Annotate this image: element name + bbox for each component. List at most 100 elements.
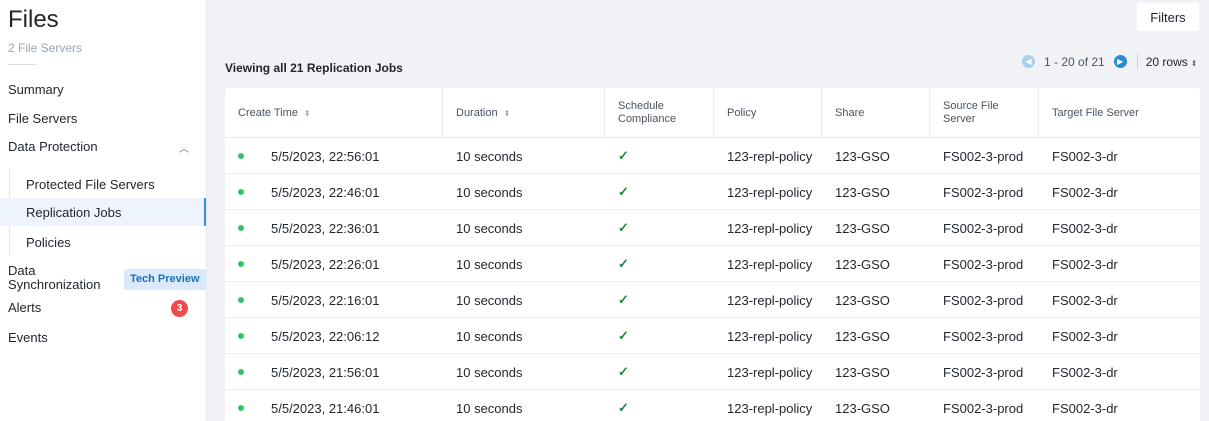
column-header-policy: Policy	[727, 88, 817, 138]
column-divider	[821, 88, 822, 138]
cell-create-time: 5/5/2023, 22:26:01	[271, 256, 380, 272]
cell-policy: 123-repl-policy	[727, 328, 813, 344]
next-page-button[interactable]: ▶	[1113, 55, 1127, 68]
cell-share: 123-GSO	[835, 292, 890, 308]
sidebar-item-events[interactable]: Events	[0, 323, 206, 351]
sidebar-item-policies[interactable]: Policies	[0, 228, 206, 256]
cell-policy: 123-repl-policy	[727, 256, 813, 272]
cell-policy: 123-repl-policy	[727, 364, 813, 380]
cell-share: 123-GSO	[835, 256, 890, 272]
cell-duration: 10 seconds	[456, 292, 523, 308]
cell-duration: 10 seconds	[456, 220, 523, 236]
cell-source-file-server: FS002-3-prod	[943, 256, 1024, 272]
sidebar-item-label: Policies	[26, 234, 71, 250]
cell-source-file-server: FS002-3-prod	[943, 184, 1024, 200]
status-dot-icon	[238, 297, 244, 303]
status-dot-icon	[238, 333, 244, 339]
sidebar-item-protected-file-servers[interactable]: Protected File Servers	[0, 170, 206, 198]
cell-share: 123-GSO	[835, 328, 890, 344]
cell-source-file-server: FS002-3-prod	[943, 148, 1024, 164]
status-dot-icon	[238, 153, 244, 159]
cell-target-file-server: FS002-3-dr	[1052, 364, 1118, 380]
cell-target-file-server: FS002-3-dr	[1052, 400, 1118, 416]
table-row[interactable]: 5/5/2023, 22:36:01 10 seconds ✓ 123-repl-po…	[225, 210, 1200, 246]
checkmark-icon: ✓	[618, 184, 629, 199]
sidebar-item-label: Data Protection	[8, 138, 98, 154]
cell-target-file-server: FS002-3-dr	[1052, 292, 1118, 308]
sidebar-item-summary[interactable]: Summary	[0, 75, 206, 103]
column-header-label: Share	[835, 106, 865, 119]
column-header-duration[interactable]: Duration ⬍	[456, 88, 596, 138]
table-row[interactable]: 5/5/2023, 21:46:01 10 seconds ✓ 123-repl-po…	[225, 390, 1200, 421]
cell-share: 123-GSO	[835, 400, 890, 416]
status-dot-icon	[238, 225, 244, 231]
cell-policy: 123-repl-policy	[727, 400, 813, 416]
column-divider	[713, 88, 714, 138]
status-dot-icon	[238, 369, 244, 375]
table-header: Create Time ⬍ Duration ⬍ Schedule Complian…	[225, 88, 1200, 138]
status-dot-icon	[238, 261, 244, 267]
column-header-label: Schedule Compliance	[618, 100, 677, 125]
replication-jobs-table: Create Time ⬍ Duration ⬍ Schedule Complian…	[225, 88, 1200, 421]
sidebar-item-data-protection[interactable]: Data Protection ︿	[0, 132, 206, 160]
alerts-count-badge: 3	[171, 300, 188, 317]
cell-duration: 10 seconds	[456, 148, 523, 164]
checkmark-icon: ✓	[618, 400, 629, 415]
cell-target-file-server: FS002-3-dr	[1052, 256, 1118, 272]
column-header-target-file-server: Target File Server	[1052, 88, 1192, 138]
filters-button[interactable]: Filters	[1137, 3, 1199, 31]
cell-create-time: 5/5/2023, 22:36:01	[271, 220, 380, 236]
cell-create-time: 5/5/2023, 21:46:01	[271, 400, 380, 416]
cell-target-file-server: FS002-3-dr	[1052, 220, 1118, 236]
column-header-label: Target File Server	[1052, 106, 1139, 119]
column-divider	[442, 88, 443, 138]
column-header-create-time[interactable]: Create Time ⬍	[238, 88, 438, 138]
status-dot-icon	[238, 189, 244, 195]
previous-page-button[interactable]: ◀	[1022, 55, 1035, 68]
cell-share: 123-GSO	[835, 220, 890, 236]
cell-create-time: 5/5/2023, 22:06:12	[271, 328, 380, 344]
cell-source-file-server: FS002-3-prod	[943, 292, 1024, 308]
cell-share: 123-GSO	[835, 148, 890, 164]
tech-preview-badge: Tech Preview	[124, 269, 206, 290]
cell-share: 123-GSO	[835, 184, 890, 200]
divider	[8, 64, 36, 65]
table-row[interactable]: 5/5/2023, 22:26:01 10 seconds ✓ 123-repl-po…	[225, 246, 1200, 282]
column-header-label: Duration	[456, 106, 498, 119]
table-row[interactable]: 5/5/2023, 22:16:01 10 seconds ✓ 123-repl-po…	[225, 282, 1200, 318]
sort-icon: ⬍	[503, 108, 511, 118]
cell-create-time: 5/5/2023, 22:16:01	[271, 292, 380, 308]
page-title: Viewing all 21 Replication Jobs	[225, 61, 403, 75]
cell-source-file-server: FS002-3-prod	[943, 400, 1024, 416]
table-row[interactable]: 5/5/2023, 22:46:01 10 seconds ✓ 123-repl-po…	[225, 174, 1200, 210]
sidebar-item-label: Replication Jobs	[26, 204, 122, 220]
checkmark-icon: ✓	[618, 328, 629, 343]
cell-policy: 123-repl-policy	[727, 220, 813, 236]
table-row[interactable]: 5/5/2023, 22:06:12 10 seconds ✓ 123-repl-po…	[225, 318, 1200, 354]
table-row[interactable]: 5/5/2023, 21:56:01 10 seconds ✓ 123-repl-po…	[225, 354, 1200, 390]
cell-duration: 10 seconds	[456, 364, 523, 380]
rows-per-page-select[interactable]: 20 rows ⬍	[1146, 55, 1198, 69]
rows-per-page-value: 20 rows	[1145, 54, 1188, 69]
checkmark-icon: ✓	[618, 364, 629, 379]
sidebar: Files 2 File Servers Summary File Server…	[0, 0, 207, 421]
cell-target-file-server: FS002-3-dr	[1052, 184, 1118, 200]
column-header-schedule-compliance: Schedule Compliance	[618, 88, 698, 138]
table-row[interactable]: 5/5/2023, 22:56:01 10 seconds ✓ 123-repl-po…	[225, 138, 1200, 174]
app-title: Files	[8, 6, 59, 33]
cell-policy: 123-repl-policy	[727, 148, 813, 164]
sort-caret-icon: ⬍	[1190, 58, 1198, 68]
chevron-up-icon: ︿	[179, 144, 189, 155]
column-divider	[604, 88, 605, 138]
sidebar-item-file-servers[interactable]: File Servers	[0, 104, 206, 132]
column-header-label: Create Time	[238, 106, 298, 119]
sidebar-item-replication-jobs[interactable]: Replication Jobs	[0, 198, 206, 226]
column-header-label: Policy	[727, 106, 757, 119]
checkmark-icon: ✓	[618, 220, 629, 235]
sort-icon: ⬍	[303, 108, 311, 118]
sidebar-item-data-synchronization[interactable]: Data Synchronization	[8, 264, 118, 292]
cell-duration: 10 seconds	[456, 400, 523, 416]
cell-create-time: 5/5/2023, 21:56:01	[271, 364, 380, 380]
cell-policy: 123-repl-policy	[727, 292, 813, 308]
sidebar-item-label: File Servers	[8, 110, 78, 126]
